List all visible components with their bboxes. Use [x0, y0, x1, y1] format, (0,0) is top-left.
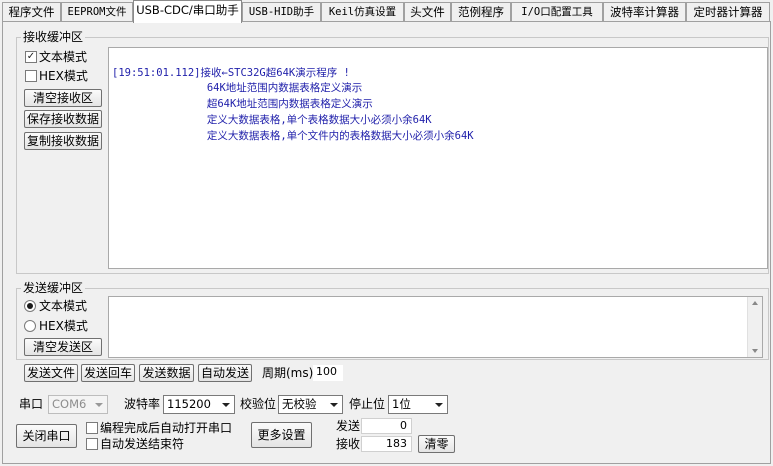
auto-end-char-label: 自动发送结束符	[100, 437, 185, 451]
baud-label: 波特率	[124, 397, 161, 411]
save-receive-button[interactable]: 保存接收数据	[24, 110, 102, 128]
sent-count-label: 发送	[336, 419, 361, 433]
send-data-button[interactable]: 发送数据	[139, 364, 194, 382]
port-label: 串口	[19, 397, 44, 411]
sent-count-value: 0	[361, 418, 412, 434]
tab-io-config[interactable]: I/O口配置工具	[511, 2, 603, 22]
send-text-area[interactable]	[108, 296, 763, 358]
receive-line: 定义大数据表格,单个文件内的表格数据大小必须小余64K	[112, 130, 474, 142]
send-hex-mode-label: HEX模式	[39, 319, 88, 333]
receive-line: 超64K地址范围内数据表格定义演示	[112, 98, 373, 110]
scroll-down-icon[interactable]	[752, 349, 758, 353]
clear-send-button[interactable]: 清空发送区	[24, 338, 102, 356]
chevron-down-icon	[95, 403, 103, 407]
tab-eeprom-file[interactable]: EEPROM文件	[61, 2, 133, 22]
send-enter-button[interactable]: 发送回车	[81, 364, 135, 382]
tab-header-file[interactable]: 头文件	[404, 2, 451, 22]
send-hex-mode-radio[interactable]	[24, 320, 36, 332]
receive-line: 定义大数据表格,单个表格数据大小必须小余64K	[112, 114, 432, 126]
port-value: COM6	[52, 397, 87, 411]
clear-count-button[interactable]: 清零	[418, 435, 455, 453]
received-count-value: 183	[361, 436, 412, 452]
send-text-mode-label: 文本模式	[39, 299, 88, 313]
more-settings-button[interactable]: 更多设置	[251, 422, 312, 448]
period-input[interactable]: 100	[313, 365, 343, 381]
tab-examples[interactable]: 范例程序	[451, 2, 511, 22]
port-select[interactable]: COM6	[48, 395, 108, 414]
tab-baud-calculator[interactable]: 波特率计算器	[603, 2, 686, 22]
send-text-mode-radio[interactable]	[24, 300, 36, 312]
copy-receive-button[interactable]: 复制接收数据	[24, 132, 102, 150]
send-buffer-label: 发送缓冲区	[21, 281, 86, 295]
stop-bits-label: 停止位	[349, 397, 386, 411]
receive-hex-mode-checkbox[interactable]	[25, 70, 37, 82]
receive-text-mode-checkbox[interactable]: ✓	[25, 51, 37, 63]
receive-text-mode-label: 文本模式	[39, 50, 88, 64]
chevron-down-icon	[435, 403, 443, 407]
chevron-down-icon	[330, 403, 338, 407]
receive-text-area[interactable]: [19:51:01.112]接收←STC32G超64K演示程序 ! 64K地址范…	[108, 47, 768, 269]
receive-line: 64K地址范围内数据表格定义演示	[112, 82, 363, 94]
scroll-up-icon[interactable]	[752, 301, 758, 305]
period-label: 周期(ms)	[262, 366, 314, 380]
tab-program-file[interactable]: 程序文件	[2, 2, 61, 22]
stop-bits-value: 1位	[392, 397, 411, 411]
tab-timer-calculator[interactable]: 定时器计算器	[686, 2, 770, 22]
baud-select[interactable]: 115200	[163, 395, 235, 414]
send-file-button[interactable]: 发送文件	[24, 364, 78, 382]
receive-buffer-label: 接收缓冲区	[21, 30, 86, 44]
tab-keil-settings[interactable]: Keil仿真设置	[321, 2, 404, 22]
tab-usb-cdc-serial[interactable]: USB-CDC/串口助手	[133, 0, 242, 23]
auto-send-button[interactable]: 自动发送	[198, 364, 252, 382]
auto-open-port-label: 编程完成后自动打开串口	[100, 421, 233, 435]
auto-open-port-checkbox[interactable]	[86, 422, 98, 434]
auto-end-char-checkbox[interactable]	[86, 438, 98, 450]
baud-value: 115200	[167, 397, 211, 411]
received-count-label: 接收	[336, 437, 361, 451]
close-port-button[interactable]: 关闭串口	[16, 424, 77, 448]
clear-receive-button[interactable]: 清空接收区	[24, 89, 102, 107]
receive-hex-mode-label: HEX模式	[39, 69, 88, 83]
parity-select[interactable]: 无校验	[278, 395, 343, 414]
stop-bits-select[interactable]: 1位	[388, 395, 448, 414]
tab-bar: 程序文件 EEPROM文件 USB-CDC/串口助手 USB-HID助手 Kei…	[0, 0, 773, 23]
chevron-down-icon	[222, 403, 230, 407]
parity-value: 无校验	[282, 397, 317, 411]
tab-usb-hid[interactable]: USB-HID助手	[242, 2, 321, 22]
parity-label: 校验位	[240, 397, 277, 411]
receive-line: [19:51:01.112]接收←STC32G超64K演示程序 !	[112, 67, 350, 79]
send-scrollbar[interactable]	[747, 297, 762, 357]
